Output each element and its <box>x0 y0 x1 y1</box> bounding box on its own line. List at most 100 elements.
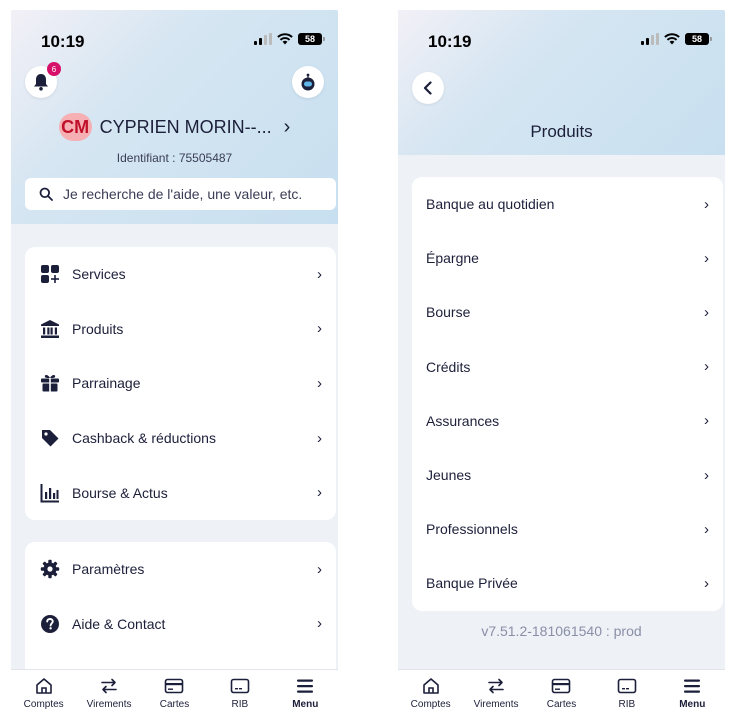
product-item-banque-privee[interactable]: Banque Privée › <box>412 556 723 610</box>
signal-icon <box>641 33 659 45</box>
transfer-icon <box>487 677 505 695</box>
tab-comptes[interactable]: Comptes <box>14 677 74 710</box>
status-time: 10:19 <box>41 32 85 51</box>
bell-icon <box>34 74 48 91</box>
menu-item-label: Services <box>72 266 126 283</box>
chevron-right-icon: › <box>704 195 709 213</box>
card-icon <box>551 677 571 695</box>
tab-label: Virements <box>86 699 132 710</box>
rib-icon <box>230 677 250 695</box>
menu-item-label: Produits <box>72 320 124 337</box>
menu-screen: 10:19 58 6 CM CYPRIEN MORIN--... › Ident… <box>11 10 338 710</box>
menu-item-label: Aide & Contact <box>72 615 166 632</box>
chevron-right-icon: › <box>317 320 322 338</box>
page-title: Produits <box>530 122 593 141</box>
battery-icon: 58 <box>298 33 325 45</box>
chart-bars-icon <box>39 482 61 504</box>
chevron-right-icon: › <box>317 429 322 447</box>
tab-label: Menu <box>679 699 706 710</box>
chevron-right-icon: › <box>317 484 322 502</box>
status-time: 10:19 <box>428 32 472 51</box>
status-icons: 58 <box>254 32 325 46</box>
product-item-epargne[interactable]: Épargne › <box>412 231 723 285</box>
product-item-credits[interactable]: Crédits › <box>412 340 723 394</box>
menu-item-produits[interactable]: Produits › <box>25 302 336 357</box>
chevron-right-icon: › <box>317 374 322 392</box>
tab-rib[interactable]: RIB <box>597 677 657 710</box>
menu-item-services[interactable]: Services › <box>25 247 336 302</box>
product-label: Jeunes <box>426 467 472 484</box>
chevron-right-icon: › <box>704 303 709 321</box>
menu-item-label: Bourse & Actus <box>72 484 168 501</box>
product-label: Professionnels <box>426 521 518 538</box>
menu-item-parrainage[interactable]: Parrainage › <box>25 356 336 411</box>
chevron-right-icon: › <box>704 249 709 267</box>
back-button[interactable] <box>412 72 444 104</box>
menu-item-aide-contact[interactable]: Aide & Contact › <box>25 597 336 652</box>
avatar: CM <box>58 113 92 141</box>
rib-icon <box>617 677 637 695</box>
tab-virements[interactable]: Virements <box>466 677 526 710</box>
chevron-right-icon: › <box>704 466 709 484</box>
home-icon <box>35 677 53 695</box>
tab-bar: Comptes Virements Cartes RIB Menu <box>11 669 338 710</box>
assistant-button[interactable] <box>292 66 324 98</box>
robot-icon <box>301 73 315 91</box>
product-label: Épargne <box>426 250 479 267</box>
product-item-professionnels[interactable]: Professionnels › <box>412 502 723 556</box>
menu-item-label: Parrainage <box>72 375 141 392</box>
chevron-right-icon: › <box>317 615 322 633</box>
card-icon <box>164 677 184 695</box>
signal-icon <box>254 33 272 45</box>
wifi-icon <box>664 33 680 45</box>
chevron-right-icon: › <box>704 520 709 538</box>
product-item-bourse[interactable]: Bourse › <box>412 285 723 339</box>
menu-item-cashback[interactable]: Cashback & réductions › <box>25 411 336 466</box>
tab-cartes[interactable]: Cartes <box>531 677 591 710</box>
chevron-right-icon: › <box>704 412 709 430</box>
tab-virements[interactable]: Virements <box>79 677 139 710</box>
tab-menu[interactable]: Menu <box>275 677 335 710</box>
search-icon <box>39 187 53 201</box>
profile-link[interactable]: CM CYPRIEN MORIN--... › <box>11 113 338 141</box>
wifi-icon <box>277 33 293 45</box>
tab-comptes[interactable]: Comptes <box>401 677 461 710</box>
gear-icon <box>39 558 61 580</box>
search-bar[interactable] <box>25 178 336 210</box>
tab-rib[interactable]: RIB <box>210 677 270 710</box>
menu-icon <box>296 677 314 695</box>
products-screen: 10:19 58 Produits Banque au quotidien › … <box>398 10 725 710</box>
menu-item-bourse-actus[interactable]: Bourse & Actus › <box>25 465 336 520</box>
menu-icon <box>683 677 701 695</box>
tab-label: RIB <box>231 699 249 710</box>
tab-label: Cartes <box>546 699 577 710</box>
status-icons: 58 <box>641 32 712 46</box>
notifications-button[interactable]: 6 <box>25 62 61 98</box>
transfer-icon <box>100 677 118 695</box>
menu-card-main: Services › Produits › Parrainage › Cashb… <box>25 247 336 520</box>
chevron-right-icon: › <box>283 115 291 138</box>
product-item-jeunes[interactable]: Jeunes › <box>412 448 723 502</box>
menu-card-secondary: Paramètres › Aide & Contact › <box>25 542 336 682</box>
product-item-banque-au-quotidien[interactable]: Banque au quotidien › <box>412 177 723 231</box>
tab-cartes[interactable]: Cartes <box>144 677 204 710</box>
grid-plus-icon <box>39 263 61 285</box>
chevron-right-icon: › <box>317 265 322 283</box>
bank-icon <box>39 318 61 340</box>
help-icon <box>39 613 61 635</box>
chevron-right-icon: › <box>704 358 709 376</box>
chevron-left-icon <box>423 81 432 95</box>
product-item-assurances[interactable]: Assurances › <box>412 394 723 448</box>
notification-badge: 6 <box>47 62 61 76</box>
tab-label: Comptes <box>23 699 64 710</box>
menu-item-parametres[interactable]: Paramètres › <box>25 542 336 597</box>
tab-label: Cartes <box>159 699 190 710</box>
product-label: Assurances <box>426 412 500 429</box>
gift-icon <box>39 372 61 394</box>
menu-item-label: Cashback & réductions <box>72 430 216 447</box>
search-input[interactable] <box>63 186 323 202</box>
tab-label: Comptes <box>410 699 451 710</box>
tab-menu[interactable]: Menu <box>662 677 722 710</box>
home-icon <box>422 677 440 695</box>
battery-icon: 58 <box>685 33 712 45</box>
